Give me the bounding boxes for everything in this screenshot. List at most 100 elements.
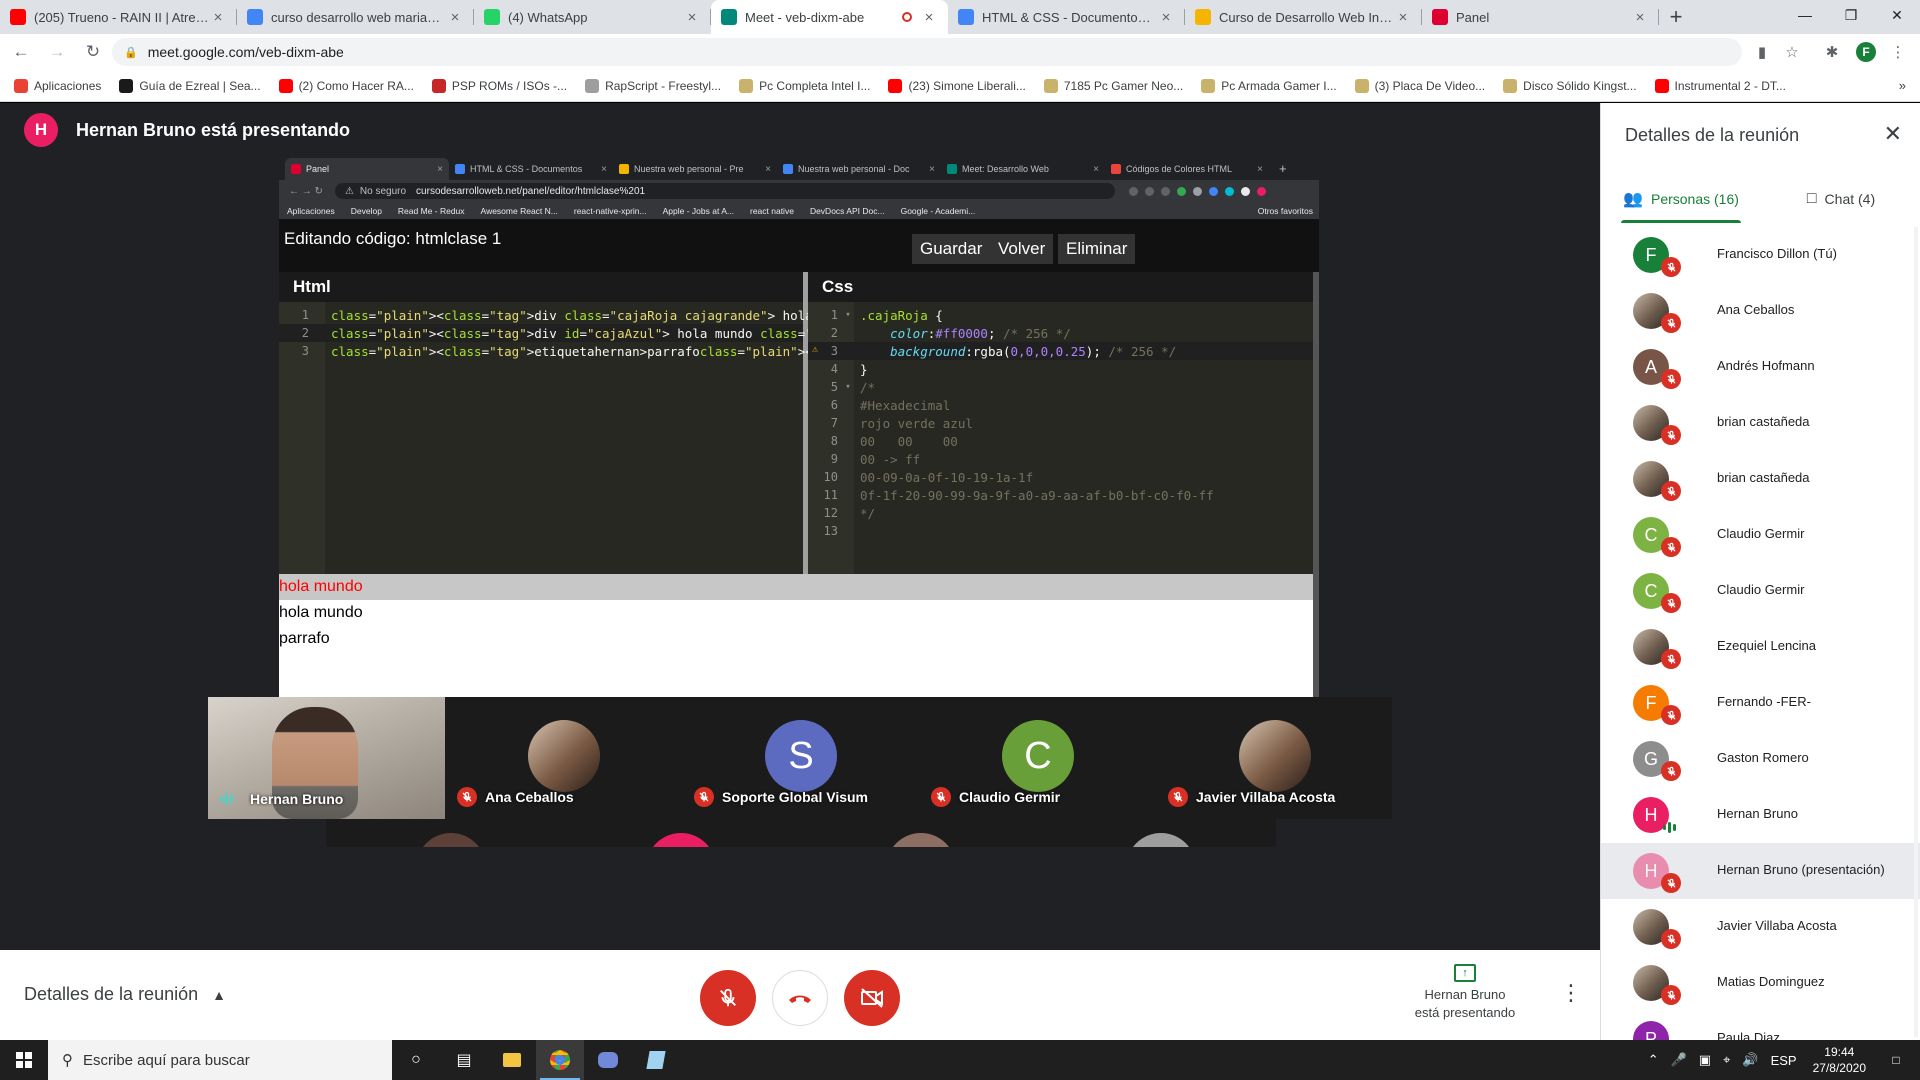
bookmark-item[interactable]: Pc Completa Intel I... <box>739 78 870 93</box>
browser-tab[interactable]: HTML & CSS - Documentos de G × <box>948 0 1185 34</box>
bookmark-item[interactable]: Instrumental 2 - DT... <box>1654 78 1786 93</box>
participant-list-item[interactable]: Javier Villaba Acosta <box>1601 899 1920 955</box>
participant-list-item[interactable]: C Claudio Germir <box>1601 507 1920 563</box>
profile-avatar[interactable]: F <box>1856 42 1876 62</box>
bookmark-item[interactable]: PSP ROMs / ISOs -... <box>431 78 567 93</box>
back-button[interactable]: Volver <box>990 234 1054 264</box>
css-code[interactable]: 1 ▾ .cajaRoja {2 color:#ff0000; /* 256 */⚠… <box>808 306 1319 540</box>
close-tab-icon[interactable]: × <box>920 9 938 26</box>
delete-button[interactable]: Eliminar <box>1058 234 1136 264</box>
cortana-icon[interactable]: ○ <box>392 1040 440 1080</box>
close-window-button[interactable]: ✕ <box>1874 0 1920 30</box>
tab-people[interactable]: 👥 Personas (16) <box>1601 175 1761 223</box>
participant-name: Hernan Bruno (presentación) <box>1717 862 1885 877</box>
tab-chat[interactable]: □ Chat (4) <box>1761 175 1920 223</box>
participant-list-item[interactable]: H Hernan Bruno <box>1601 787 1920 843</box>
close-tab-icon[interactable]: × <box>683 9 701 26</box>
close-tab-icon[interactable]: × <box>446 9 464 26</box>
participant-list-item[interactable]: F Francisco Dillon (Tú) <box>1601 227 1920 283</box>
windows-start-button[interactable] <box>0 1040 48 1080</box>
bookmark-item[interactable]: (23) Simone Liberali... <box>888 78 1026 93</box>
css-pane[interactable]: Css 1 ▾ .cajaRoja {2 color:#ff0000; /* 256… <box>808 272 1319 574</box>
bookmark-item[interactable]: RapScript - Freestyl... <box>585 78 721 93</box>
participant-list-item[interactable]: C Claudio Germir <box>1601 563 1920 619</box>
participant-tile[interactable]: C Claudio Germir <box>919 697 1156 819</box>
bookmark-item[interactable]: (2) Como Hacer RA... <box>278 78 414 93</box>
presenting-status[interactable]: ↑ Hernan Bruno está presentando <box>1400 964 1530 1022</box>
bookmark-star-icon[interactable]: ☆ <box>1782 42 1802 62</box>
microphone-icon[interactable]: 🎤 <box>1671 1052 1687 1068</box>
panel-scrollbar[interactable] <box>1914 227 1918 1037</box>
participant-list-item[interactable]: brian castañeda <box>1601 451 1920 507</box>
browser-tab[interactable]: (205) Trueno - RAIN II | Atrevido × <box>0 0 237 34</box>
taskbar-search[interactable]: ⚲ Escribe aquí para buscar <box>48 1040 392 1080</box>
bookmark-item[interactable]: Guía de Ezreal | Sea... <box>119 78 261 93</box>
participant-tile[interactable]: S Soporte Global Visum <box>682 697 919 819</box>
participant-tile[interactable]: Hernan Bruno <box>208 697 445 819</box>
participant-list-item[interactable]: F Fernando -FER- <box>1601 675 1920 731</box>
close-icon[interactable]: ✕ <box>1884 121 1902 147</box>
camera-toggle-button[interactable] <box>844 970 900 1026</box>
volume-icon[interactable]: 🔊 <box>1742 1052 1758 1068</box>
app-icon[interactable] <box>632 1040 680 1080</box>
html-pane[interactable]: Html 1 class="plain"><class="tag">div cla… <box>279 272 1106 574</box>
bookmark-item[interactable]: Disco Sólido Kingst... <box>1503 78 1637 93</box>
participant-list-item[interactable]: Matias Dominguez <box>1601 955 1920 1011</box>
microphone-toggle-button[interactable] <box>700 970 756 1026</box>
line-number: 2 <box>830 326 838 340</box>
html-code[interactable]: 1 class="plain"><class="tag">div class="c… <box>279 306 1106 360</box>
save-button[interactable]: Guardar <box>912 234 991 264</box>
close-tab-icon[interactable]: × <box>1157 9 1175 26</box>
notifications-icon[interactable]: □ <box>1882 1053 1910 1067</box>
wifi-icon[interactable]: ⌖ <box>1723 1052 1730 1068</box>
extensions-icon[interactable]: ✱ <box>1822 42 1842 62</box>
warning-icon: ⚠ <box>812 344 819 355</box>
file-explorer-icon[interactable] <box>488 1040 536 1080</box>
bookmark-item[interactable]: 7185 Pc Gamer Neo... <box>1043 78 1183 93</box>
reload-button[interactable]: ↻ <box>78 37 108 67</box>
new-tab-button[interactable]: + <box>1659 0 1693 34</box>
browser-tab[interactable]: Panel × <box>1422 0 1659 34</box>
maximize-button[interactable]: ❐ <box>1828 0 1874 30</box>
browser-tab[interactable]: Curso de Desarrollo Web Inicial × <box>1185 0 1422 34</box>
participant-list-item[interactable]: brian castañeda <box>1601 395 1920 451</box>
speaking-icon <box>1663 821 1679 833</box>
close-tab-icon[interactable]: × <box>209 9 227 26</box>
discord-icon[interactable] <box>584 1040 632 1080</box>
task-view-icon[interactable]: ▤ <box>440 1040 488 1080</box>
chrome-taskbar-icon[interactable] <box>536 1040 584 1080</box>
participant-list-item[interactable]: A Andrés Hofmann <box>1601 339 1920 395</box>
bookmark-item[interactable]: Aplicaciones <box>14 78 101 93</box>
participant-list-item[interactable]: P Paula Diaz <box>1601 1011 1920 1040</box>
presented-bookmark: Apple - Jobs at A... <box>662 205 734 216</box>
browser-menu-icon[interactable]: ⋮ <box>1888 42 1908 62</box>
participant-list-item[interactable]: H Hernan Bruno (presentación) <box>1601 843 1920 899</box>
bookmarks-overflow-icon[interactable]: » <box>1899 78 1906 93</box>
leave-call-button[interactable] <box>772 970 828 1026</box>
chevron-up-icon[interactable]: ⌃ <box>1648 1052 1659 1068</box>
close-tab-icon[interactable]: × <box>1631 9 1649 26</box>
bookmark-item[interactable]: Pc Armada Gamer I... <box>1201 78 1337 93</box>
more-options-icon[interactable]: ⋮ <box>1560 980 1582 1006</box>
back-button[interactable]: ← <box>6 37 36 67</box>
network-icon[interactable]: ▣ <box>1699 1052 1711 1068</box>
browser-tab[interactable]: Meet - veb-dixm-abe × <box>711 0 948 34</box>
language-indicator[interactable]: ESP <box>1771 1053 1797 1068</box>
minimize-button[interactable]: — <box>1782 0 1828 30</box>
participant-list-item[interactable]: Ana Ceballos <box>1601 283 1920 339</box>
forward-button[interactable]: → <box>42 37 72 67</box>
participant-tile[interactable]: Javier Villaba Acosta <box>1156 697 1393 819</box>
browser-tab[interactable]: (4) WhatsApp × <box>474 0 711 34</box>
bookmark-item[interactable]: (3) Placa De Video... <box>1354 78 1485 93</box>
participant-list-item[interactable]: Ezequiel Lencina <box>1601 619 1920 675</box>
clock[interactable]: 19:44 27/8/2020 <box>1813 1044 1866 1076</box>
participant-tile[interactable]: Ana Ceballos <box>445 697 682 819</box>
presenter-avatar: H <box>24 113 58 147</box>
close-tab-icon[interactable]: × <box>1394 9 1412 26</box>
participant-list-item[interactable]: G Gaston Romero <box>1601 731 1920 787</box>
address-bar[interactable]: 🔒 meet.google.com/veb-dixm-abe <box>112 38 1742 66</box>
presented-bookmark: Develop <box>350 205 382 216</box>
meeting-details-toggle[interactable]: Detalles de la reunión ▲ <box>24 984 226 1005</box>
browser-tab[interactable]: curso desarrollo web mariano mo × <box>237 0 474 34</box>
camera-blocked-icon[interactable]: ▮ <box>1752 42 1772 62</box>
